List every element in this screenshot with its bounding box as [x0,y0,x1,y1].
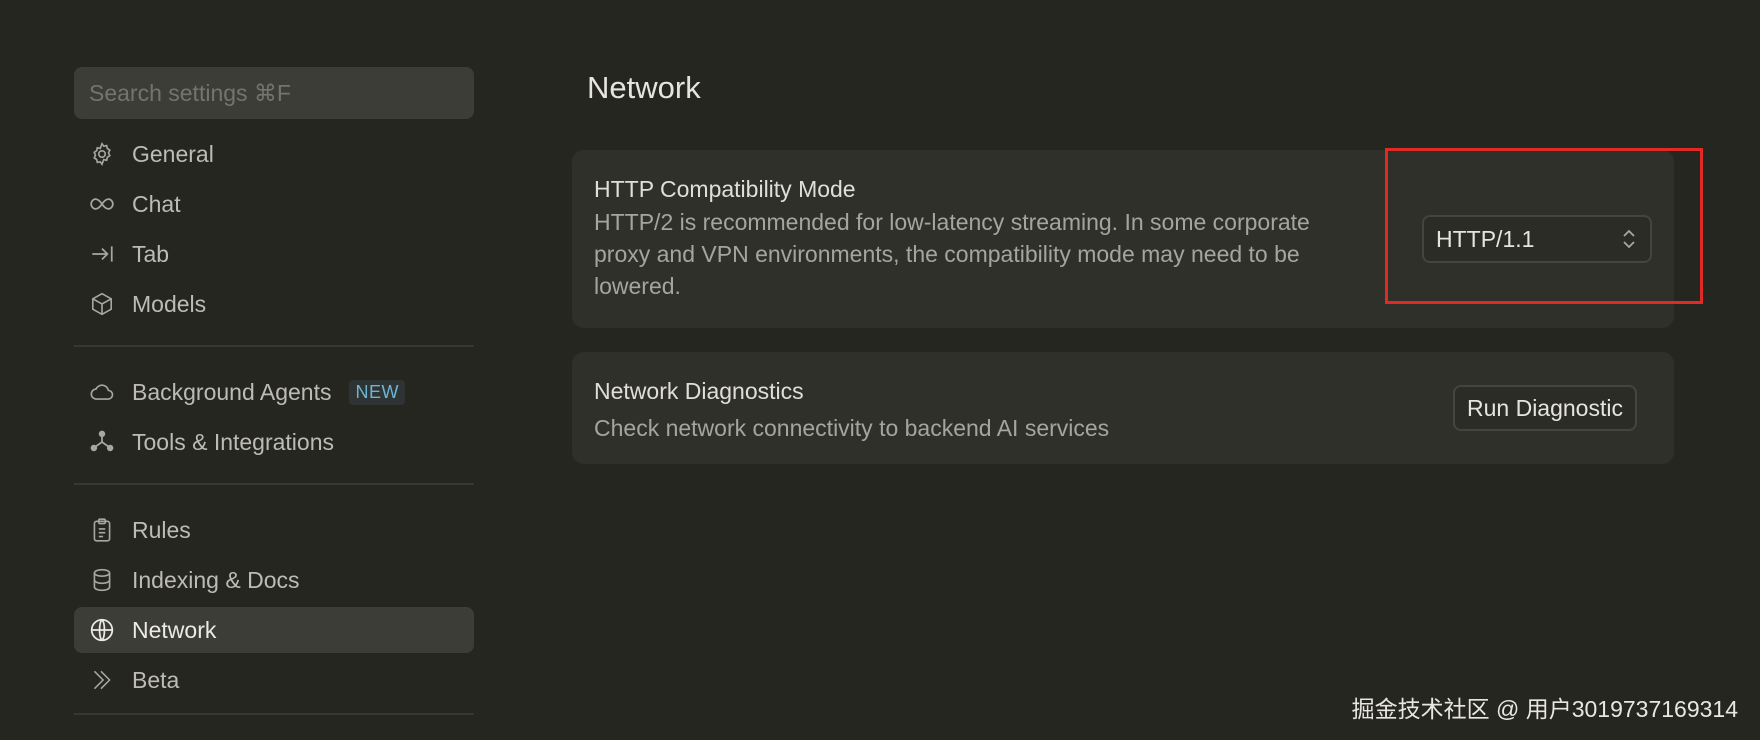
http-mode-title: HTTP Compatibility Mode [594,176,856,202]
new-badge: NEW [349,379,405,405]
nodes-icon [88,428,116,456]
http-mode-description: HTTP/2 is recommended for low-latency st… [594,209,1310,299]
settings-window: General Chat Tab [0,0,1762,742]
sidebar-item-beta[interactable]: Beta [74,657,474,703]
sidebar-item-label: General [132,140,214,167]
search-bar[interactable] [74,67,474,119]
sidebar-item-indexing-docs[interactable]: Indexing & Docs [74,557,474,603]
http-mode-selected-value: HTTP/1.1 [1436,225,1535,252]
sidebar-item-models[interactable]: Models [74,281,474,327]
globe-icon [88,616,116,644]
search-input[interactable] [87,78,461,108]
sidebar-item-general[interactable]: General [74,131,474,177]
chevron-up-down-icon [1620,225,1638,253]
sidebar-item-tab[interactable]: Tab [74,231,474,277]
sidebar-item-label: Rules [132,516,191,543]
gear-icon [88,140,116,168]
sidebar-item-rules[interactable]: Rules [74,507,474,553]
watermark: 掘金技术社区 @ 用户3019737169314 [1351,696,1738,722]
sidebar-item-label: Models [132,290,207,317]
sidebar-divider [74,345,474,347]
sidebar-divider [74,483,474,485]
double-chevron-icon [88,666,116,694]
nav-group-config: Rules Indexing & Docs Network Beta [74,507,474,703]
sidebar-item-background-agents[interactable]: Background Agents NEW [74,369,474,415]
arrow-right-bar-icon [88,240,116,268]
sidebar-item-network[interactable]: Network [74,607,474,653]
page-title: Network [587,70,701,105]
diagnostics-title: Network Diagnostics [594,378,804,404]
sidebar-item-label: Chat [132,190,181,217]
http-mode-select[interactable]: HTTP/1.1 [1422,215,1652,263]
run-diagnostic-button[interactable]: Run Diagnostic [1453,385,1637,431]
sidebar-item-label: Indexing & Docs [132,566,300,593]
network-diagnostics-card: Network Diagnostics Check network connec… [572,352,1674,464]
sidebar-item-label: Background Agents [132,378,332,405]
sidebar-item-label: Network [132,616,217,643]
sidebar-item-tools-integrations[interactable]: Tools & Integrations [74,419,474,465]
sidebar-item-chat[interactable]: Chat [74,181,474,227]
sidebar-item-label: Tab [132,240,170,267]
diagnostics-description: Check network connectivity to backend AI… [594,415,1110,441]
database-icon [88,566,116,594]
cube-icon [88,290,116,318]
cloud-icon [88,378,116,406]
sidebar-item-label: Tools & Integrations [132,428,335,455]
sidebar-divider [74,713,474,715]
infinity-icon [88,190,116,218]
settings-sidebar: General Chat Tab [74,67,474,737]
http-compatibility-card: HTTP Compatibility Mode HTTP/2 is recomm… [572,150,1674,328]
nav-group-core: General Chat Tab Models [74,131,474,327]
clipboard-icon [88,516,116,544]
sidebar-item-label: Beta [132,666,180,693]
nav-group-agents: Background Agents NEW Tools & Integratio… [74,369,474,465]
